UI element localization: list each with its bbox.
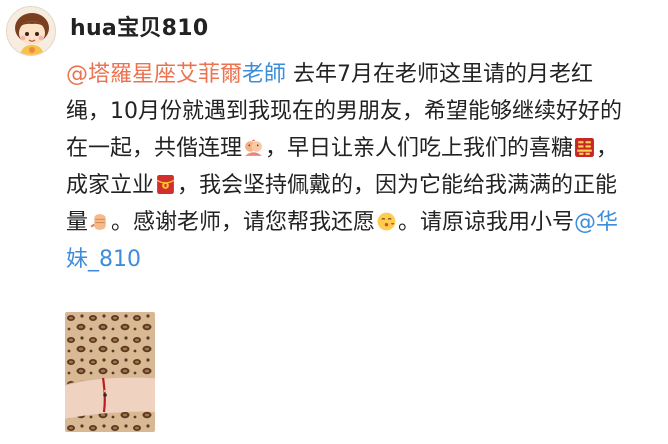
mention-link[interactable]: @塔羅星座艾菲爾老師 [66,62,286,87]
content-line-3: 在一起，共偕连理 ，早日让亲人们吃上我们的喜糖 ， [66,130,664,167]
content-text: 。感谢老师，请您帮我还愿 [111,210,376,235]
photo-image [65,312,155,432]
content-text: 在一起，共偕连理 [66,136,243,161]
double-happiness-icon [575,138,594,157]
content-text: ，我会坚持佩戴的，因为它能给我满满的正能 [177,173,618,198]
content-line-5: 量 。感谢老师，请您帮我还愿 。请原谅我用小号@华 [66,204,664,241]
couple-icon [245,139,262,156]
user-mention-link-continued[interactable]: 妹_810 [66,247,141,272]
fist-icon [90,214,106,230]
username[interactable]: hua宝贝810 [70,10,209,42]
avatar-image [7,7,55,55]
content-text: 量 [66,210,89,235]
user-mention-link[interactable]: @华 [574,210,618,235]
avatar[interactable] [6,6,56,56]
mention-name: @塔羅星座艾菲爾 [66,62,243,87]
weibo-post: hua宝贝810 @塔羅星座艾菲爾老師 去年7月在老师这里请的月老红 绳，10月… [0,0,668,444]
content-text: ，早日让亲人们吃上我们的喜糖 [265,136,574,161]
content-text: 。请原谅我用小号 [398,210,575,235]
content-line-2: 绳，10月份就遇到我现在的男朋友，希望能够继续好好的 [66,93,664,130]
red-envelope-icon [156,175,175,194]
content-line-1: @塔羅星座艾菲爾老師 去年7月在老师这里请的月老红 [66,56,664,93]
post-content: @塔羅星座艾菲爾老師 去年7月在老师这里请的月老红 绳，10月份就遇到我现在的男… [66,56,664,278]
content-text: 成家立业 [66,173,155,198]
mention-title: 老師 [242,62,287,87]
content-text: 绳，10月份就遇到我现在的男朋友，希望能够继续好好的 [66,99,622,124]
content-text: 去年7月在老师这里请的月老红 [286,62,594,87]
content-line-4: 成家立业 ，我会坚持佩戴的，因为它能给我满满的正能 [66,167,664,204]
content-text: ， [596,136,619,161]
kiss-face-icon [377,212,396,231]
content-line-6: 妹_810 [66,241,664,278]
attached-photo[interactable] [65,312,155,432]
